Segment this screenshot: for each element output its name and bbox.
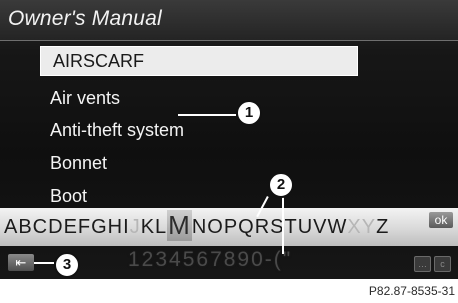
callout-1-leader	[178, 114, 236, 116]
back-arrow-icon[interactable]: ⇤	[8, 254, 34, 271]
page-title: Owner's Manual	[8, 7, 162, 30]
letters-k-l[interactable]: KL	[141, 216, 167, 238]
letter-j-disabled: J	[129, 216, 141, 238]
delete-button[interactable]: c	[434, 256, 451, 272]
list-item-bonnet[interactable]: Bonnet	[50, 153, 107, 174]
figure: Owner's Manual AIRSCARF Air vents Anti-t…	[0, 0, 458, 303]
letter-keyboard: ABCDEFGHIJKLMNOPQRSTUVWXYZ	[0, 208, 458, 246]
search-input[interactable]: AIRSCARF	[40, 46, 358, 76]
list-item-air-vents[interactable]: Air vents	[50, 88, 120, 109]
ok-button[interactable]: ok	[429, 212, 453, 228]
callout-3: 3	[54, 252, 80, 278]
list-item-anti-theft-system[interactable]: Anti-theft system	[50, 120, 184, 141]
letters-a-i[interactable]: ABCDEFGHI	[4, 216, 130, 238]
selected-letter[interactable]: M	[167, 210, 192, 241]
callout-2-leader-down	[282, 196, 284, 254]
letters-n-w[interactable]: NOPQRSTUVW	[192, 216, 348, 238]
list-item-boot[interactable]: Boot	[50, 186, 87, 207]
callout-1: 1	[236, 100, 262, 126]
display-screen: Owner's Manual AIRSCARF Air vents Anti-t…	[0, 0, 458, 279]
callout-3-leader	[34, 262, 54, 264]
search-value: AIRSCARF	[53, 51, 145, 71]
letter-row: ABCDEFGHIJKLMNOPQRSTUVWXYZ	[4, 210, 389, 241]
title-bar: Owner's Manual	[0, 0, 458, 41]
letters-x-y-disabled: XY	[347, 216, 377, 238]
letter-z[interactable]: Z	[376, 216, 389, 238]
numeric-character-row[interactable]: 1234567890-("	[128, 248, 292, 272]
options-button[interactable]: …	[414, 256, 431, 272]
figure-caption: P82.87-8535-31	[368, 284, 455, 298]
callout-2: 2	[268, 172, 294, 198]
